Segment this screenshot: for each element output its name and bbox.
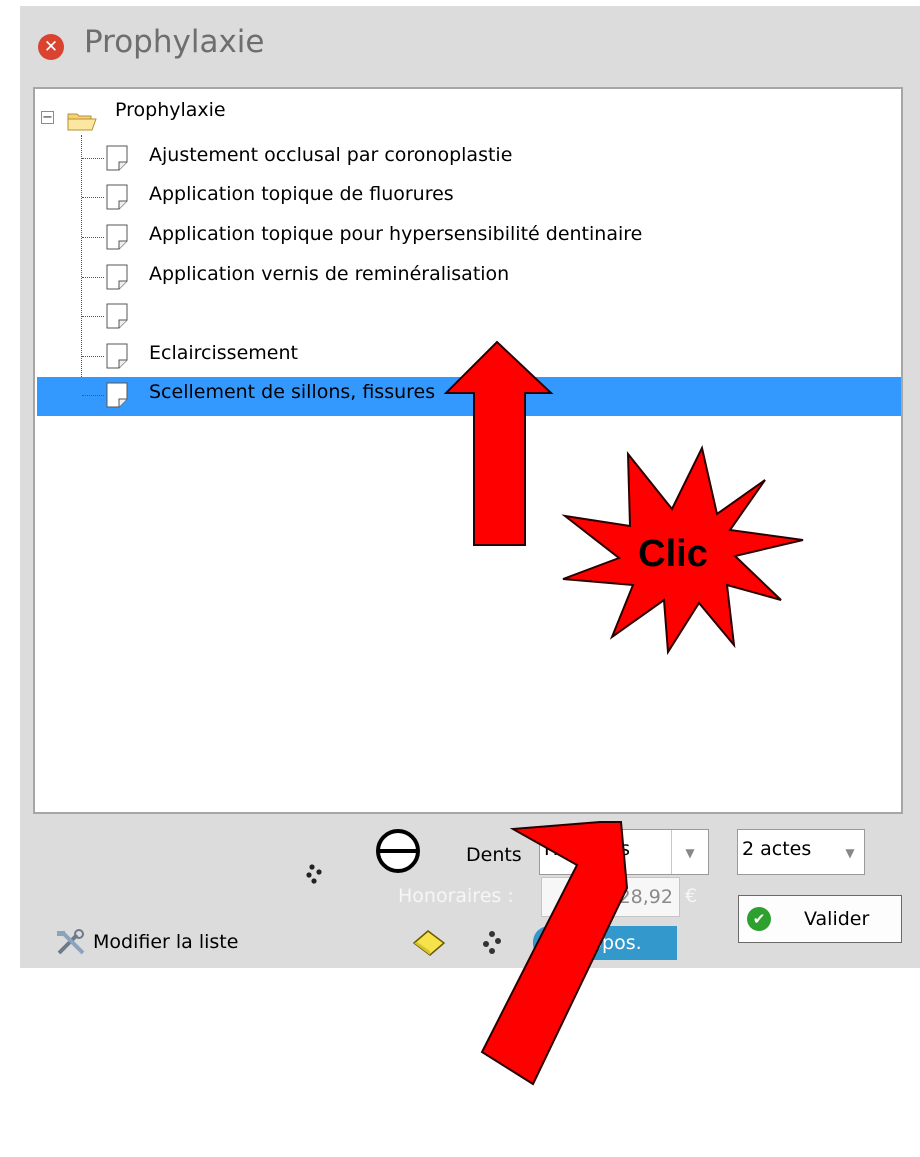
teeth-dots-icon[interactable] bbox=[303, 863, 325, 885]
chevron-down-icon[interactable]: ▼ bbox=[836, 830, 864, 874]
window-title: Prophylaxie bbox=[84, 24, 265, 60]
chevron-down-icon[interactable]: ▼ bbox=[671, 830, 708, 874]
honoraires-label: Honoraires : bbox=[398, 885, 514, 907]
dents-label: Dents bbox=[466, 844, 522, 866]
acts-tree: − Prophylaxie Ajustement occlusal par co… bbox=[33, 87, 903, 814]
dents-select[interactable]: Haut Bas ▼ bbox=[539, 829, 709, 875]
document-icon bbox=[106, 145, 128, 171]
tree-connector bbox=[82, 395, 104, 396]
valider-button[interactable]: ✔ Valider bbox=[738, 895, 902, 943]
close-icon[interactable]: ✕ bbox=[38, 34, 64, 60]
currency-label: € bbox=[685, 885, 698, 907]
tools-icon bbox=[57, 929, 85, 955]
tree-connector bbox=[82, 237, 104, 238]
check-circle-icon: ✔ bbox=[747, 907, 771, 931]
valider-label: Valider bbox=[804, 908, 870, 930]
tree-connector bbox=[82, 316, 104, 317]
folder-open-icon bbox=[67, 113, 97, 131]
tree-connector bbox=[82, 277, 104, 278]
tree-item-detartrage[interactable]: Détartrage et polissage bbox=[149, 302, 374, 324]
oppos-label: Oppos. bbox=[575, 932, 642, 954]
teeth-dots-icon[interactable] bbox=[480, 930, 504, 956]
oppos-toggle[interactable]: ✓ Oppos. bbox=[533, 926, 677, 960]
prophylaxie-window: ✕ Prophylaxie − Prophylaxie Ajustement o… bbox=[20, 6, 920, 968]
document-icon bbox=[106, 303, 128, 329]
actes-select-value: 2 actes bbox=[742, 838, 812, 860]
eraser-icon[interactable] bbox=[412, 929, 446, 957]
check-icon: ✓ bbox=[547, 932, 563, 954]
tree-item-eclaircissement[interactable]: Eclaircissement bbox=[149, 342, 298, 364]
collapse-toggle-icon[interactable]: − bbox=[41, 111, 54, 124]
document-icon bbox=[106, 264, 128, 290]
tree-item-vernis[interactable]: Application vernis de reminéralisation bbox=[149, 263, 509, 285]
tree-item-fluorures[interactable]: Application topique de fluorures bbox=[149, 183, 454, 205]
tree-connector bbox=[82, 158, 104, 159]
tree-connector bbox=[82, 197, 104, 198]
document-icon bbox=[106, 382, 128, 408]
dents-select-value: Haut Bas bbox=[544, 838, 631, 860]
tree-item-hypersensibilite[interactable]: Application topique pour hypersensibilit… bbox=[149, 223, 642, 245]
dents-arch-icon[interactable] bbox=[375, 826, 461, 876]
title-bar: ✕ Prophylaxie bbox=[20, 6, 920, 84]
tree-item-scellement[interactable]: Scellement de sillons, fissures bbox=[149, 381, 435, 403]
honoraires-field[interactable]: 28,92 bbox=[541, 877, 680, 917]
tree-root-label[interactable]: Prophylaxie bbox=[115, 99, 226, 121]
document-icon bbox=[106, 224, 128, 250]
document-icon bbox=[106, 184, 128, 210]
actes-select[interactable]: 2 actes ▼ bbox=[737, 829, 865, 875]
document-icon bbox=[106, 343, 128, 369]
tree-connector bbox=[82, 356, 104, 357]
modifier-label: Modifier la liste bbox=[93, 931, 239, 953]
tree-item-ajustement[interactable]: Ajustement occlusal par coronoplastie bbox=[149, 144, 512, 166]
